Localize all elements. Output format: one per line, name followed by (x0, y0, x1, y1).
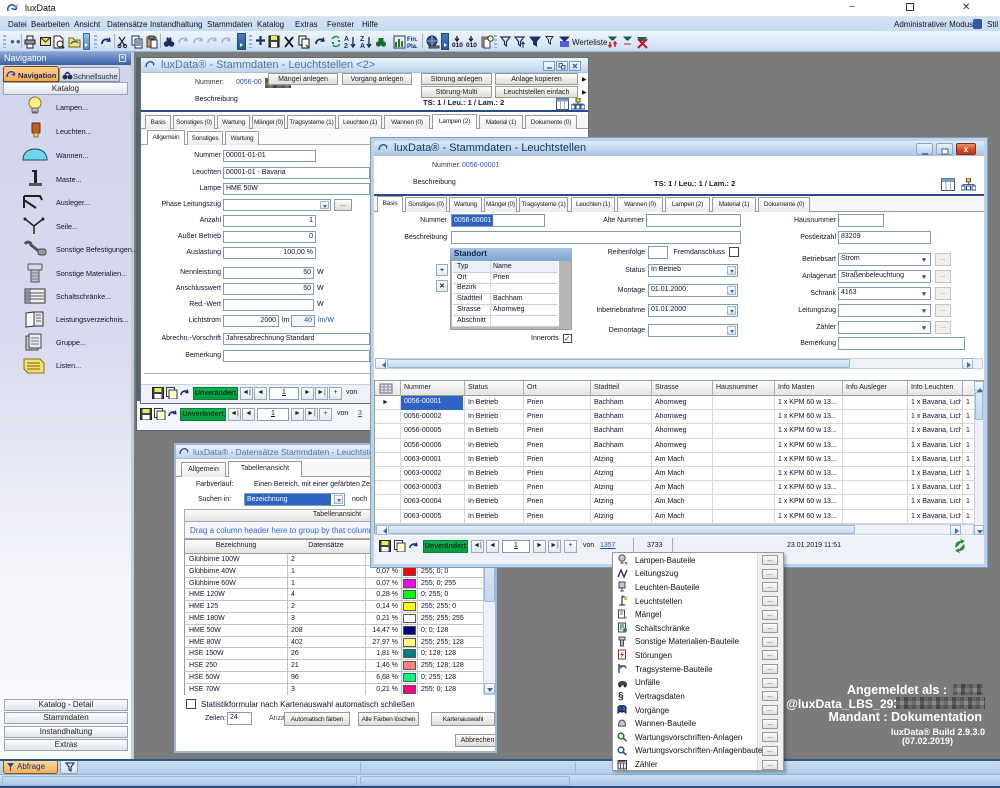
svg-text:010: 010 (466, 42, 477, 49)
svg-text:A: A (344, 36, 349, 43)
svg-text:Z: Z (360, 36, 365, 43)
svg-text:§: § (618, 691, 624, 701)
svg-text:Fin.: Fin. (407, 37, 418, 43)
svg-text:2: 2 (344, 43, 348, 49)
svg-text:Pla.: Pla. (407, 44, 418, 49)
svg-text:010: 010 (452, 42, 463, 49)
svg-text:A: A (360, 43, 365, 49)
